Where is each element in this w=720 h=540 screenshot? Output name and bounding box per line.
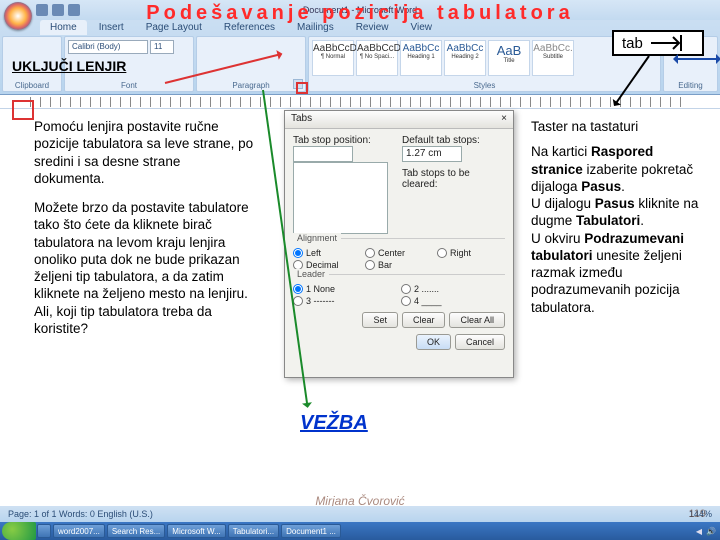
taskbar-item[interactable]: Document1 ... bbox=[281, 524, 341, 538]
tab-key-callout: tab bbox=[612, 30, 704, 56]
status-left: Page: 1 of 1 Words: 0 English (U.S.) bbox=[8, 509, 153, 519]
alignment-legend: Alignment bbox=[293, 233, 341, 243]
style-no-spacing[interactable]: AaBbCcDc¶ No Spaci... bbox=[356, 40, 398, 76]
left-paragraph-1: Pomoću lenjira postavite ručne pozicije … bbox=[34, 118, 254, 187]
taskbar-item[interactable] bbox=[37, 524, 51, 538]
left-paragraph-2: Možete brzo da postavite tabulatore tako… bbox=[34, 199, 254, 337]
leader-underline-radio[interactable]: 4 ____ bbox=[401, 296, 505, 306]
system-tray[interactable]: ◀🔊 bbox=[696, 527, 720, 536]
style-normal[interactable]: AaBbCcDc¶ Normal bbox=[312, 40, 354, 76]
align-bar-radio[interactable]: Bar bbox=[365, 260, 433, 270]
slide-number: 119 bbox=[688, 508, 706, 520]
close-icon[interactable]: × bbox=[501, 113, 507, 126]
left-text-block: Pomoću lenjira postavite ručne pozicije … bbox=[34, 118, 254, 349]
taskbar-item[interactable]: Search Res... bbox=[107, 524, 165, 538]
right-body: Na kartici Raspored stranice izaberite p… bbox=[531, 143, 706, 316]
tab-stop-list[interactable] bbox=[293, 162, 388, 234]
font-name-combo[interactable]: Calibri (Body) bbox=[68, 40, 148, 54]
group-styles: AaBbCcDc¶ Normal AaBbCcDc¶ No Spaci... A… bbox=[308, 36, 661, 92]
right-text-block: Taster na tastaturi Na kartici Raspored … bbox=[531, 118, 706, 316]
ok-button[interactable]: OK bbox=[416, 334, 451, 350]
start-button[interactable] bbox=[2, 522, 36, 540]
keyboard-key-heading: Taster na tastaturi bbox=[531, 118, 706, 135]
clear-button[interactable]: Clear bbox=[402, 312, 446, 328]
style-heading2[interactable]: AaBbCcHeading 2 bbox=[444, 40, 486, 76]
default-tab-stops-input[interactable]: 1.27 cm bbox=[402, 146, 462, 162]
word-status-bar: Page: 1 of 1 Words: 0 English (U.S.) 144… bbox=[0, 506, 720, 522]
vezba-link[interactable]: VEŽBA bbox=[300, 412, 368, 435]
tab-selector-highlight bbox=[12, 100, 34, 120]
align-left-radio[interactable]: Left bbox=[293, 248, 361, 258]
windows-taskbar: word2007... Search Res... Microsoft W...… bbox=[0, 522, 720, 540]
clear-all-button[interactable]: Clear All bbox=[449, 312, 505, 328]
paragraph-launcher-highlight bbox=[296, 82, 308, 94]
tab-key-icon bbox=[649, 33, 685, 53]
align-center-radio[interactable]: Center bbox=[365, 248, 433, 258]
style-title[interactable]: AaBTitle bbox=[488, 40, 530, 76]
tab-key-label: tab bbox=[622, 35, 643, 52]
align-right-radio[interactable]: Right bbox=[437, 248, 505, 258]
leader-dashes-radio[interactable]: 3 ------- bbox=[293, 296, 397, 306]
font-size-combo[interactable]: 11 bbox=[150, 40, 174, 54]
set-button[interactable]: Set bbox=[362, 312, 398, 328]
leader-dots-radio[interactable]: 2 ....... bbox=[401, 284, 505, 294]
style-subtitle[interactable]: AaBbCc.Subtitle bbox=[532, 40, 574, 76]
taskbar-item[interactable]: Tabulatori... bbox=[228, 524, 279, 538]
leader-legend: Leader bbox=[293, 269, 329, 279]
group-paragraph: Paragraph bbox=[196, 36, 306, 92]
cancel-button[interactable]: Cancel bbox=[455, 334, 505, 350]
dialog-title: Tabs bbox=[291, 113, 312, 126]
taskbar-item[interactable]: Microsoft W... bbox=[167, 524, 225, 538]
tab-stop-position-input[interactable] bbox=[293, 146, 353, 162]
enable-ruler-label: UKLJUČI LENJIR bbox=[12, 58, 126, 74]
tab-stops-cleared-label: Tab stops to be cleared: bbox=[402, 168, 505, 190]
tabs-dialog: Tabs × Tab stop position: Default tab st… bbox=[284, 110, 514, 378]
taskbar-item[interactable]: word2007... bbox=[53, 524, 105, 538]
default-tab-stops-label: Default tab stops: bbox=[402, 135, 505, 146]
leader-none-radio[interactable]: 1 None bbox=[293, 284, 397, 294]
slide-title: Podešavanje pozicija tabulatora bbox=[0, 2, 720, 25]
tab-stop-position-label: Tab stop position: bbox=[293, 135, 396, 146]
style-heading1[interactable]: AaBbCcHeading 1 bbox=[400, 40, 442, 76]
arrow-tab-key bbox=[674, 58, 720, 60]
